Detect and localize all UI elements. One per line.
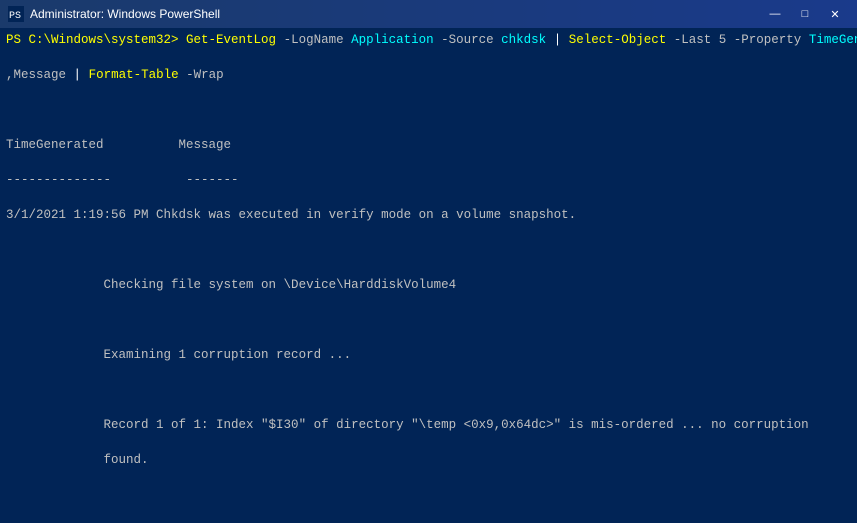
command-line-1-cont: ,Message | Format-Table -Wrap <box>6 67 851 85</box>
title-bar: PS Administrator: Windows PowerShell — □… <box>0 0 857 28</box>
maximize-button[interactable]: □ <box>791 4 819 24</box>
indent-line-1: Checking file system on \Device\Harddisk… <box>6 277 851 295</box>
minimize-button[interactable]: — <box>761 4 789 24</box>
terminal[interactable]: PS C:\Windows\system32> Get-EventLog -Lo… <box>0 28 857 523</box>
indent-line-2: Examining 1 corruption record ... <box>6 347 851 365</box>
indent-line-3b: found. <box>6 452 851 470</box>
blank-2 <box>6 242 851 260</box>
command-line-1: PS C:\Windows\system32> Get-EventLog -Lo… <box>6 32 851 50</box>
close-button[interactable]: ✕ <box>821 4 849 24</box>
indent-line-3: Record 1 of 1: Index "$I30" of directory… <box>6 417 851 435</box>
svg-text:PS: PS <box>9 11 21 22</box>
blank-5 <box>6 487 851 505</box>
window-title: Administrator: Windows PowerShell <box>30 7 220 21</box>
blank-1 <box>6 102 851 120</box>
table-row-1: 3/1/2021 1:19:56 PM Chkdsk was executed … <box>6 207 851 225</box>
powershell-icon: PS <box>8 6 24 22</box>
blank-4 <box>6 382 851 400</box>
table-separator: -------------- ------- <box>6 172 851 190</box>
table-header: TimeGenerated Message <box>6 137 851 155</box>
window-controls: — □ ✕ <box>761 4 849 24</box>
blank-3 <box>6 312 851 330</box>
